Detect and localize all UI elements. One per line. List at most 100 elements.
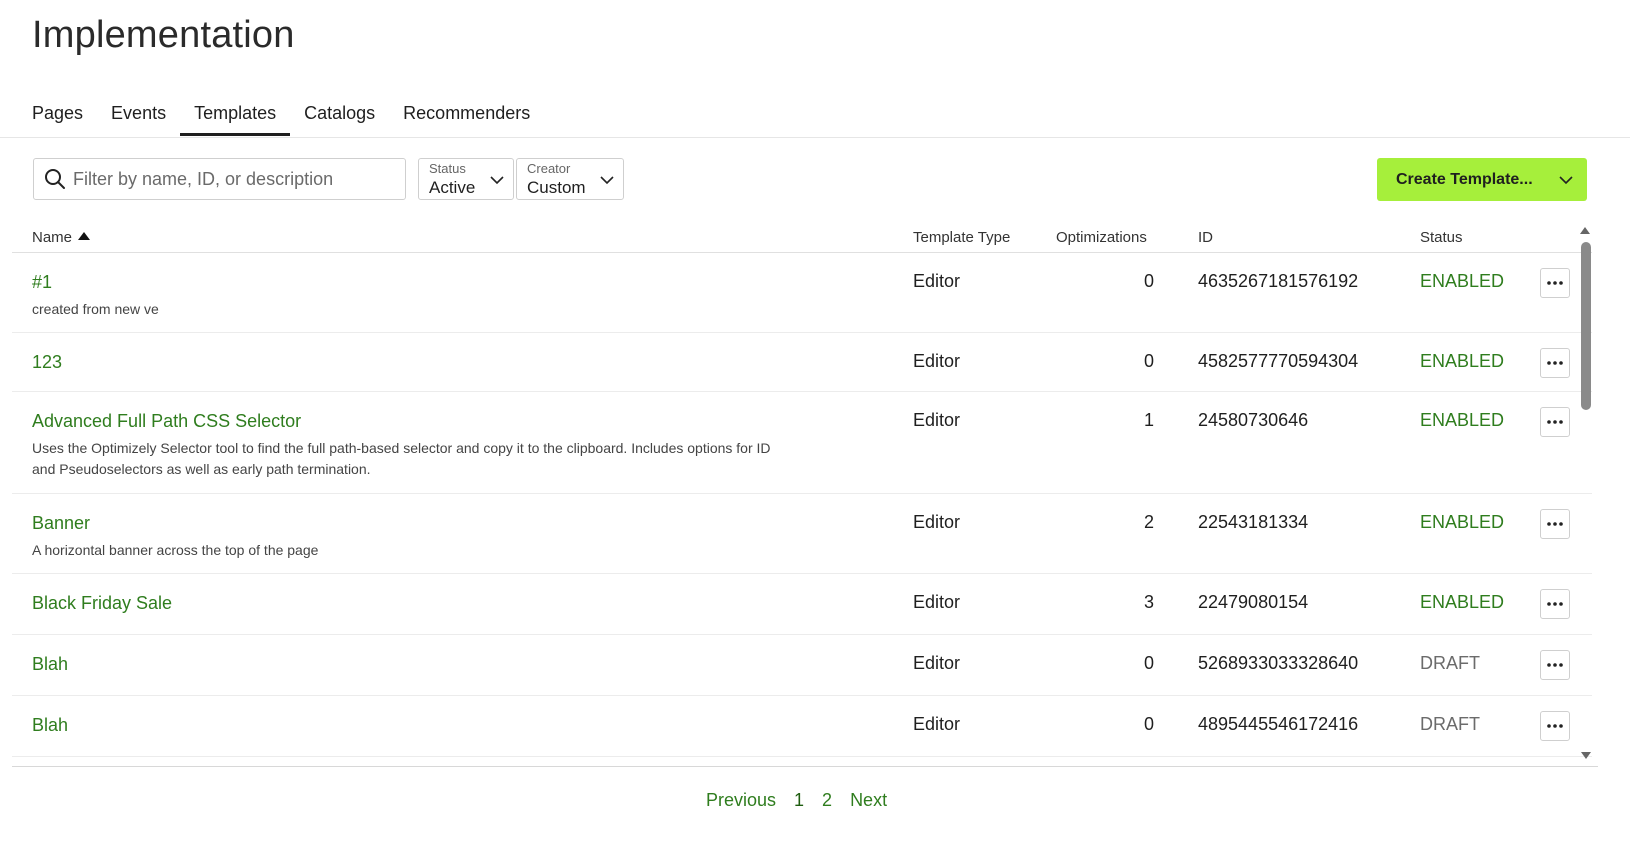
column-header-id[interactable]: ID xyxy=(1198,229,1213,246)
status-badge: DRAFT xyxy=(1420,714,1480,734)
tab-events[interactable]: Events xyxy=(97,92,180,136)
status-badge: ENABLED xyxy=(1420,410,1505,430)
pagination-previous[interactable]: Previous xyxy=(706,790,776,811)
template-id: 4895445546172416 xyxy=(1198,714,1359,734)
template-name-cell: Black Friday Sale xyxy=(32,593,172,614)
tab-pages[interactable]: Pages xyxy=(18,92,97,136)
pagination-page-2[interactable]: 2 xyxy=(822,790,832,811)
status-badge: ENABLED xyxy=(1420,512,1505,532)
column-header-optimizations[interactable]: Optimizations xyxy=(1056,229,1147,246)
row-actions-button[interactable] xyxy=(1540,589,1570,619)
template-type: Editor xyxy=(913,271,961,291)
create-template-label: Create Template... xyxy=(1396,170,1533,188)
template-description: A horizontal banner across the top of th… xyxy=(32,542,319,558)
template-type: Editor xyxy=(913,512,961,532)
table-row: Black Friday Sale Editor 3 22479080154 E… xyxy=(12,574,1592,635)
sort-ascending-icon xyxy=(78,232,91,240)
status-badge: ENABLED xyxy=(1420,351,1505,371)
status-badge: DRAFT xyxy=(1420,653,1480,673)
pagination: Previous 1 2 Next xyxy=(706,790,905,811)
template-name-link[interactable]: Black Friday Sale xyxy=(32,593,172,614)
pagination-page-1[interactable]: 1 xyxy=(794,790,804,811)
more-icon xyxy=(1547,522,1563,526)
template-id: 24580730646 xyxy=(1198,410,1309,430)
tab-recommenders[interactable]: Recommenders xyxy=(389,92,544,136)
tab-catalogs[interactable]: Catalogs xyxy=(290,92,389,136)
template-name-cell: Advanced Full Path CSS Selector Uses the… xyxy=(32,411,782,480)
tab-bar: Pages Events Templates Catalogs Recommen… xyxy=(18,92,544,136)
template-name-link[interactable]: #1 xyxy=(32,272,782,293)
column-header-status[interactable]: Status xyxy=(1420,229,1463,246)
create-template-button[interactable]: Create Template... xyxy=(1377,158,1587,201)
row-actions-button[interactable] xyxy=(1540,348,1570,378)
template-id: 4582577770594304 xyxy=(1198,351,1359,371)
table-row: Blah Editor 0 5268933033328640 DRAFT xyxy=(12,635,1592,696)
pagination-next[interactable]: Next xyxy=(850,790,887,811)
chevron-down-icon xyxy=(490,176,504,185)
template-id: 5268933033328640 xyxy=(1198,653,1359,673)
row-actions-button[interactable] xyxy=(1540,711,1570,741)
row-actions-button[interactable] xyxy=(1540,509,1570,539)
row-actions-button[interactable] xyxy=(1540,407,1570,437)
column-header-name[interactable]: Name xyxy=(32,229,91,246)
chevron-down-icon[interactable] xyxy=(1559,173,1573,187)
template-description: created from new ve xyxy=(32,301,159,317)
more-icon xyxy=(1547,602,1563,606)
template-name-link[interactable]: 123 xyxy=(32,352,62,373)
table-body: #1 created from new ve Editor 0 46352671… xyxy=(12,253,1592,764)
table-row: #1 created from new ve Editor 0 46352671… xyxy=(12,253,1592,333)
row-actions-button[interactable] xyxy=(1540,650,1570,680)
table-row: Blah Editor 0 4895445546172416 DRAFT xyxy=(12,696,1592,757)
template-id: 22543181334 xyxy=(1198,512,1309,532)
table-row: Banner A horizontal banner across the to… xyxy=(12,494,1592,574)
template-id: 22479080154 xyxy=(1198,592,1309,612)
template-name-link[interactable]: Banner xyxy=(32,513,782,534)
creator-filter-dropdown[interactable]: Creator Custom xyxy=(516,158,624,200)
optimizations-count: 1 xyxy=(1143,410,1154,430)
column-header-type[interactable]: Template Type xyxy=(913,229,1010,246)
more-icon xyxy=(1547,663,1563,667)
status-filter-dropdown[interactable]: Status Active xyxy=(418,158,514,200)
search-icon xyxy=(43,167,67,191)
optimizations-count: 0 xyxy=(1143,351,1154,371)
search-input[interactable] xyxy=(73,168,393,190)
template-type: Editor xyxy=(913,592,961,612)
tabs-divider xyxy=(0,137,1630,138)
template-name-cell: Blah xyxy=(32,654,68,675)
optimizations-count: 0 xyxy=(1143,653,1154,673)
scroll-down-arrow-icon[interactable] xyxy=(1579,750,1593,762)
template-type: Editor xyxy=(913,351,961,371)
template-name-link[interactable]: Advanced Full Path CSS Selector xyxy=(32,411,782,432)
scroll-up-arrow-icon[interactable] xyxy=(1578,224,1592,236)
template-type: Editor xyxy=(913,714,961,734)
template-name-link[interactable]: Blah xyxy=(32,715,68,736)
table-header: Name Template Type Optimizations ID Stat… xyxy=(12,223,1592,253)
template-id: 4635267181576192 xyxy=(1198,271,1359,291)
template-type: Editor xyxy=(913,410,961,430)
row-actions-button[interactable] xyxy=(1540,268,1570,298)
search-box xyxy=(33,158,406,200)
templates-table: Name Template Type Optimizations ID Stat… xyxy=(12,223,1592,764)
status-badge: ENABLED xyxy=(1420,592,1505,612)
template-name-cell: 123 xyxy=(32,352,62,373)
table-scrollbar[interactable] xyxy=(1578,224,1592,764)
column-header-name-label: Name xyxy=(32,229,73,246)
template-name-cell: #1 created from new ve xyxy=(32,272,782,320)
template-name-link[interactable]: Blah xyxy=(32,654,68,675)
more-icon xyxy=(1547,724,1563,728)
optimizations-count: 0 xyxy=(1143,271,1154,291)
more-icon xyxy=(1547,361,1563,365)
table-row: 123 Editor 0 4582577770594304 ENABLED xyxy=(12,333,1592,392)
table-row: Advanced Full Path CSS Selector Uses the… xyxy=(12,392,1592,494)
page-title: Implementation xyxy=(32,14,295,56)
more-icon xyxy=(1547,420,1563,424)
template-type: Editor xyxy=(913,653,961,673)
optimizations-count: 0 xyxy=(1143,714,1154,734)
table-bottom-divider xyxy=(12,766,1598,767)
template-name-cell: Banner A horizontal banner across the to… xyxy=(32,513,782,561)
scrollbar-thumb[interactable] xyxy=(1581,242,1591,410)
optimizations-count: 2 xyxy=(1143,512,1154,532)
status-badge: ENABLED xyxy=(1420,271,1505,291)
template-description: Uses the Optimizely Selector tool to fin… xyxy=(32,440,771,477)
tab-templates[interactable]: Templates xyxy=(180,92,291,136)
